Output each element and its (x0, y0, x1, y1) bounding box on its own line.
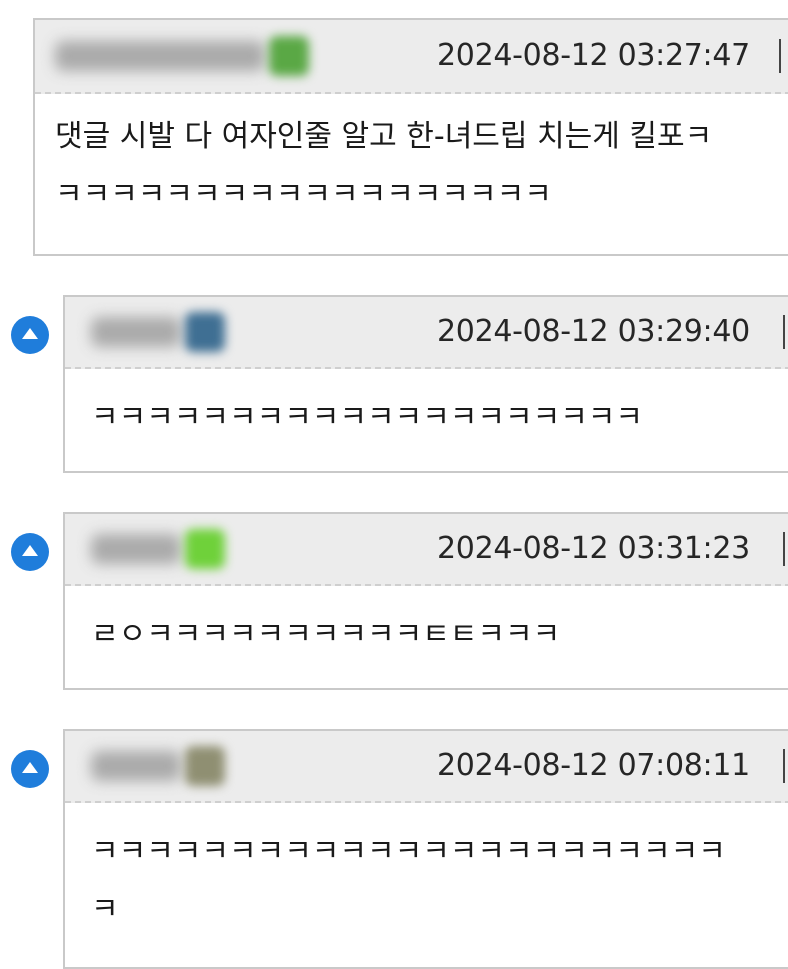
comment-header: 2024-08-12 03:29:40 (65, 297, 788, 369)
avatar (185, 529, 225, 569)
reply-comment: 2024-08-12 07:08:11 ㅋㅋㅋㅋㅋㅋㅋㅋㅋㅋㅋㅋㅋㅋㅋㅋㅋㅋㅋㅋ… (63, 729, 788, 969)
comment-text-line: ㅋㅋㅋㅋㅋㅋㅋㅋㅋㅋㅋㅋㅋㅋㅋㅋㅋㅋㅋㅋㅋㅋㅋ (91, 834, 726, 869)
comment-text-line: ㄹㅇㅋㅋㅋㅋㅋㅋㅋㅋㅋㅋㅌㅌㅋㅋㅋ (91, 617, 561, 652)
comment-body: ㅋㅋㅋㅋㅋㅋㅋㅋㅋㅋㅋㅋㅋㅋㅋㅋㅋㅋㅋㅋㅋㅋㅋ ㅋ (91, 823, 788, 939)
comment-timestamp: 2024-08-12 07:08:11 (437, 748, 750, 783)
comment-text-line: ㅋㅋㅋㅋㅋㅋㅋㅋㅋㅋㅋㅋㅋㅋㅋㅋㅋㅋ (55, 177, 552, 212)
comment-body: ㄹㅇㅋㅋㅋㅋㅋㅋㅋㅋㅋㅋㅌㅌㅋㅋㅋ (91, 606, 788, 664)
comment-text-line: 댓글 시발 다 여자인줄 알고 한-녀드립 치는게 킬포ㅋ (55, 119, 713, 154)
comment: 2024-08-12 03:27:47 댓글 시발 다 여자인줄 알고 한-녀드… (33, 18, 788, 256)
comment-timestamp: 2024-08-12 03:27:47 (437, 38, 750, 73)
header-divider (779, 39, 781, 73)
reply-arrow-icon (11, 533, 49, 571)
avatar (185, 746, 225, 786)
header-divider (783, 315, 785, 349)
avatar (269, 36, 309, 76)
author[interactable] (91, 746, 225, 786)
comment-body: ㅋㅋㅋㅋㅋㅋㅋㅋㅋㅋㅋㅋㅋㅋㅋㅋㅋㅋㅋㅋ (91, 389, 788, 447)
author[interactable] (91, 529, 225, 569)
comment-text-line: ㅋ (91, 892, 119, 927)
comment-header: 2024-08-12 07:08:11 (65, 731, 788, 803)
comment-text-line: ㅋㅋㅋㅋㅋㅋㅋㅋㅋㅋㅋㅋㅋㅋㅋㅋㅋㅋㅋㅋ (91, 400, 643, 435)
author[interactable] (55, 36, 309, 76)
reply-arrow-icon (11, 750, 49, 788)
author-name-blurred (91, 534, 181, 564)
comment-timestamp: 2024-08-12 03:29:40 (437, 314, 750, 349)
reply-comment: 2024-08-12 03:29:40 ㅋㅋㅋㅋㅋㅋㅋㅋㅋㅋㅋㅋㅋㅋㅋㅋㅋㅋㅋㅋ (63, 295, 788, 473)
header-divider (783, 749, 785, 783)
reply-comment: 2024-08-12 03:31:23 ㄹㅇㅋㅋㅋㅋㅋㅋㅋㅋㅋㅋㅌㅌㅋㅋㅋ (63, 512, 788, 690)
author-name-blurred (91, 317, 181, 347)
reply-arrow-icon (11, 316, 49, 354)
author-name-blurred (91, 751, 181, 781)
author-name-blurred (55, 41, 265, 71)
header-divider (783, 532, 785, 566)
author[interactable] (91, 312, 225, 352)
comment-header: 2024-08-12 03:27:47 (35, 20, 788, 94)
comment-header: 2024-08-12 03:31:23 (65, 514, 788, 586)
avatar (185, 312, 225, 352)
comment-body: 댓글 시발 다 여자인줄 알고 한-녀드립 치는게 킬포ㅋ ㅋㅋㅋㅋㅋㅋㅋㅋㅋㅋ… (55, 108, 788, 224)
comment-timestamp: 2024-08-12 03:31:23 (437, 531, 750, 566)
